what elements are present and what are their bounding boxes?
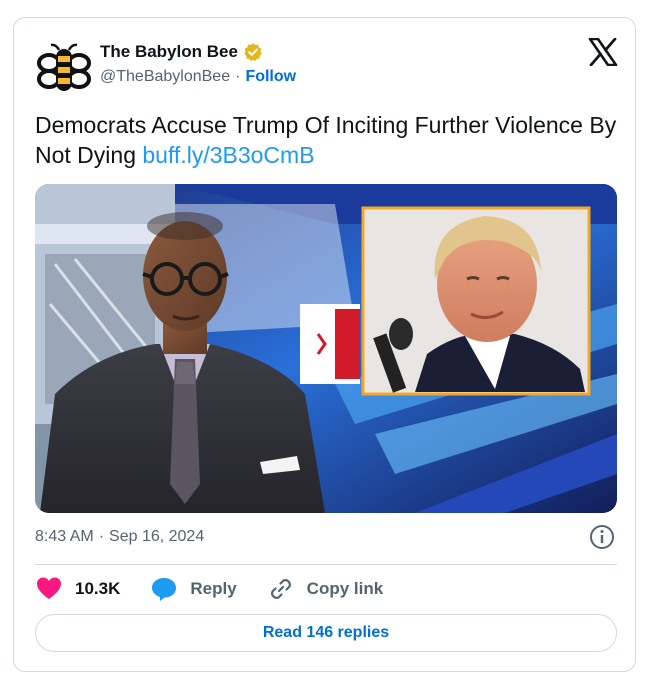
tweet-text: Democrats Accuse Trump Of Inciting Furth… <box>35 110 625 170</box>
tweet-timestamp[interactable]: 8:43 AM · Sep 16, 2024 <box>35 528 204 546</box>
follow-button[interactable]: Follow <box>245 68 296 86</box>
reply-button[interactable]: Reply <box>150 575 237 603</box>
handle-separator: · <box>235 68 241 85</box>
divider <box>35 564 617 565</box>
heart-icon <box>37 577 61 599</box>
x-logo-icon[interactable] <box>588 38 618 66</box>
copy-link-label: Copy link <box>306 579 384 598</box>
embedded-tweet-card: The Babylon Bee @TheBabylonBee · Follow … <box>13 17 636 672</box>
babylon-bee-logo-avatar[interactable] <box>37 41 91 95</box>
tweet-body: Democrats Accuse Trump Of Inciting Furth… <box>35 112 617 168</box>
timestamp-separator: · <box>98 528 105 545</box>
reply-bubble-icon <box>152 578 177 601</box>
copy-link-button[interactable]: Copy link <box>267 575 384 603</box>
tweet-link[interactable]: buff.ly/3B3oCmB <box>142 142 314 168</box>
tweet-media-image[interactable] <box>35 184 617 513</box>
news-broadcast-image <box>35 184 617 513</box>
author-handle[interactable]: @TheBabylonBee <box>100 68 230 86</box>
author-name[interactable]: The Babylon Bee <box>100 42 238 62</box>
like-button[interactable]: 10.3K <box>35 575 120 603</box>
tweet-time: 8:43 AM <box>35 528 94 545</box>
tweet-actions: 10.3K Reply Copy link <box>35 574 413 604</box>
like-count: 10.3K <box>75 579 121 598</box>
info-icon[interactable] <box>588 523 616 551</box>
reply-label: Reply <box>190 579 237 598</box>
verified-badge-icon <box>244 43 262 62</box>
read-replies-button[interactable]: Read 146 replies <box>35 614 617 652</box>
tweet-date: Sep 16, 2024 <box>109 528 205 545</box>
link-icon <box>270 579 291 599</box>
